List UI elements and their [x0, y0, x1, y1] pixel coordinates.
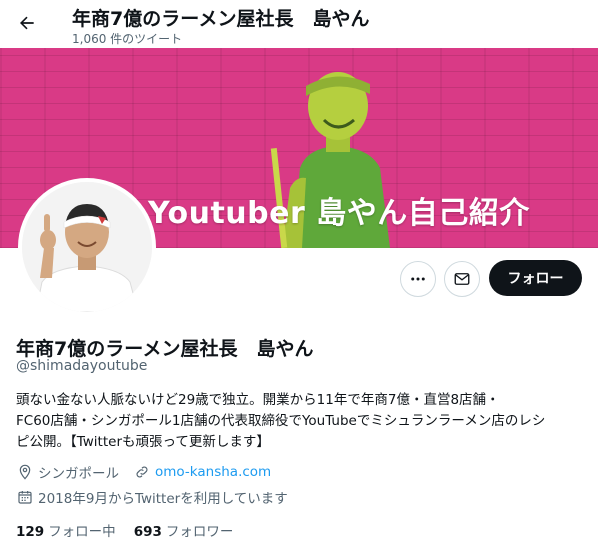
join-date: 2018年9月からTwitterを利用しています: [16, 487, 288, 507]
profile-meta-row: シンガポール omo-kansha.com: [16, 462, 285, 482]
join-date-text: 2018年9月からTwitterを利用しています: [38, 491, 288, 507]
banner-caption: Youtuber 島やん自己紹介: [148, 196, 530, 231]
more-horizontal-icon: [411, 277, 425, 281]
profile-meta-row: 2018年9月からTwitterを利用しています: [16, 487, 302, 507]
following-label: フォロー中: [48, 524, 116, 540]
profile-handle: @shimadayoutube: [16, 358, 148, 374]
website[interactable]: omo-kansha.com: [133, 463, 271, 481]
profile-name: 年商7億のラーメン屋社長 島やん: [16, 338, 314, 360]
back-button[interactable]: [14, 10, 40, 36]
profile-header: 年商7億のラーメン屋社長 島やん 1,060 件のツイート: [0, 0, 610, 48]
more-options-button[interactable]: [400, 261, 436, 297]
followers-label: フォロワー: [165, 524, 234, 540]
bio-line: FC60店舗・シンガポール1店舗の代表取締役でYouTubeでミシュランラーメン…: [16, 413, 546, 429]
follow-button[interactable]: フォロー: [489, 260, 582, 296]
location: シンガポール: [16, 462, 119, 482]
envelope-icon: [454, 273, 470, 285]
tweet-count: 1,060 件のツイート: [72, 32, 183, 46]
link-icon: [133, 463, 151, 481]
followers-count: 693: [133, 524, 162, 540]
location-text: シンガポール: [38, 466, 119, 482]
profile-bio: 頭ない金ない人脈ないけど29歳で独立。開業から11年で年商7億・直営8店舗・ F…: [16, 390, 591, 453]
followers-link[interactable]: 693 フォロワー: [134, 520, 234, 540]
bio-line: 頭ない金ない人脈ないけど29歳で独立。開業から11年で年商7億・直営8店舗・: [16, 392, 500, 408]
following-count: 129: [16, 524, 45, 540]
following-link[interactable]: 129 フォロー中: [16, 520, 116, 540]
website-link[interactable]: omo-kansha.com: [155, 464, 271, 480]
avatar[interactable]: [18, 178, 156, 316]
arrow-left-icon: [20, 16, 34, 30]
profile-stats: 129 フォロー中 693 フォロワー: [16, 520, 251, 540]
location-pin-icon: [16, 463, 34, 481]
calendar-icon: [16, 488, 34, 506]
header-title: 年商7億のラーメン屋社長 島やん: [72, 8, 370, 30]
avatar-photo: [22, 182, 152, 312]
message-button[interactable]: [444, 261, 480, 297]
bio-line: ピ公開。【Twitterも頑張って更新します】: [16, 434, 270, 450]
